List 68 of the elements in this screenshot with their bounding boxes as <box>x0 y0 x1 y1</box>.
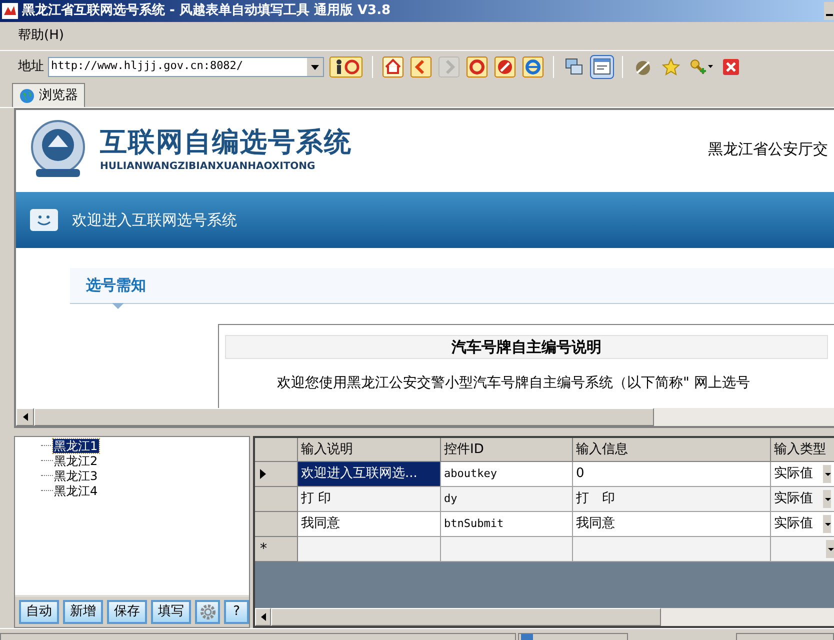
column-header[interactable]: 控件ID <box>441 438 573 462</box>
table-cell: 打 印 <box>298 487 441 512</box>
action-button[interactable]: 新增 <box>63 600 104 624</box>
scroll-thumb[interactable] <box>34 408 654 426</box>
table-cell: dy <box>441 487 573 512</box>
progress-fill <box>521 634 533 640</box>
form-edit-icon[interactable] <box>590 54 614 78</box>
type-dropdown[interactable] <box>771 537 834 562</box>
minimize-icon <box>826 14 833 16</box>
home-icon[interactable] <box>381 54 405 78</box>
tree-item[interactable]: 黑龙江2 <box>53 454 99 468</box>
address-label: 地址 <box>18 58 44 76</box>
tree-item[interactable]: 黑龙江3 <box>53 468 99 482</box>
action-button[interactable]: 自动 <box>19 600 60 624</box>
window-title: 黑龙江省互联网选号系统 - 风越表单自动填写工具 通用版 V3.8 <box>22 2 391 20</box>
notice-text: 欢迎您使用黑龙江公安交警小型汽车号牌自主编号系统（以下简称" 网上选号 <box>276 374 751 393</box>
menu-item[interactable]: 帮助(H) <box>18 26 64 46</box>
new-row-marker: * <box>255 537 298 562</box>
dropdown-icon <box>826 540 834 558</box>
refresh-icon[interactable] <box>465 54 489 78</box>
corner-cell <box>255 438 298 462</box>
banner-text: 欢迎进入互联网选号系统 <box>72 210 237 231</box>
stop-icon[interactable] <box>493 54 517 78</box>
horizontal-scrollbar[interactable] <box>255 608 834 626</box>
action-button[interactable]: 填写 <box>151 600 192 624</box>
scroll-thumb[interactable] <box>271 608 661 626</box>
type-dropdown[interactable]: 实际值 <box>771 512 834 537</box>
row-header[interactable] <box>255 462 298 487</box>
table-cell: 我同意 <box>298 512 441 537</box>
scroll-left-icon <box>260 613 266 621</box>
browser-tab[interactable]: 浏览器 <box>12 83 85 107</box>
table-cell: btnSubmit <box>441 512 573 537</box>
back-icon[interactable] <box>409 54 433 78</box>
address-field[interactable]: http://www.hljjj.gov.cn:8082/ <box>48 56 324 76</box>
pointer-icon <box>112 303 124 309</box>
type-dropdown[interactable]: 实际值 <box>771 462 834 487</box>
table-cell: 打 印 <box>573 487 771 512</box>
action-button[interactable]: 保存 <box>107 600 148 624</box>
site-title: 互联网自编选号系统 <box>100 126 352 158</box>
current-row-icon <box>260 469 266 479</box>
notice-title: 汽车号牌自主编号说明 <box>452 336 602 358</box>
app-icon <box>2 3 18 19</box>
site-subtitle: HULIANWANGZIBIANXUANHAOXITONG <box>100 160 316 174</box>
tree-item[interactable]: 黑龙江1 <box>53 438 99 452</box>
horizontal-scrollbar[interactable] <box>16 408 834 426</box>
minimize-button[interactable] <box>824 2 834 20</box>
type-dropdown[interactable]: 实际值 <box>771 487 834 512</box>
scroll-left-icon <box>22 413 28 421</box>
column-header[interactable]: 输入类型 <box>771 438 834 462</box>
dropdown-icon <box>823 465 831 483</box>
settings-button[interactable] <box>195 600 220 624</box>
department-text: 黑龙江省公安厅交 <box>708 139 828 160</box>
dropdown-icon <box>823 490 831 508</box>
dropdown-icon <box>823 515 831 533</box>
action-button[interactable]: ? <box>224 600 249 624</box>
tree-item[interactable]: 黑龙江4 <box>53 484 99 498</box>
table-cell: 我同意 <box>573 512 771 537</box>
column-header[interactable]: 输入信息 <box>573 438 771 462</box>
table-cell: 欢迎进入互联网选... <box>298 462 441 487</box>
section-tab[interactable]: 选号需知 <box>86 274 146 297</box>
person-refresh-icon[interactable] <box>328 54 364 78</box>
dropdown-icon <box>307 58 323 76</box>
smiley-icon <box>30 209 58 231</box>
gear-icon <box>198 603 217 621</box>
table-cell: 0 <box>573 462 771 487</box>
column-header[interactable]: 输入说明 <box>298 438 441 462</box>
table-cell: aboutkey <box>441 462 573 487</box>
globe-icon <box>19 88 35 104</box>
